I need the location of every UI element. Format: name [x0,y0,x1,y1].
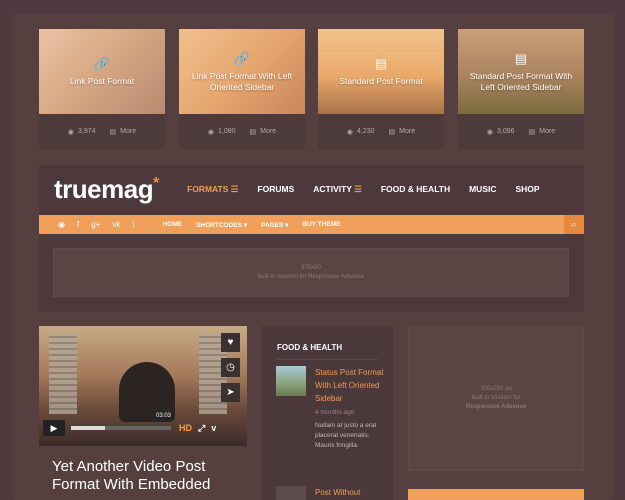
card-meta: ◉ 1,080 ▤ More [179,114,305,149]
card-title[interactable]: Link Post Format With Left Oriented Side… [185,71,299,93]
vimeo-icon[interactable]: v [211,423,216,434]
card-thumbnail[interactable]: ▤ Standard Post Format With Left Oriente… [458,29,584,114]
more-link[interactable]: ▤ More [389,128,416,136]
post-excerpt: Nullam at justo a erat placerat venenati… [315,422,377,449]
nav-forums[interactable]: FORUMS [257,184,294,195]
card-thumbnail[interactable]: 🔗 Link Post Format With Left Oriented Si… [179,29,305,114]
nav-shop[interactable]: SHOP [515,184,539,195]
main-nav: FORMATS ☰ FORUMS ACTIVITY ☰ FOOD & HEALT… [187,184,540,195]
views-count: ◉ 4,230 [346,128,375,136]
widget-post-link[interactable]: Post Without [315,486,387,499]
ad-box[interactable]: 300x250 ad built-in solution for Respons… [408,326,584,471]
site-logo[interactable]: truemag* [54,174,159,205]
subnav-pages[interactable]: PAGES ▾ [261,221,288,229]
clock-icon[interactable]: ◷ [221,358,240,377]
facebook-icon[interactable]: f [77,220,79,229]
document-icon: ▤ [514,50,528,66]
widget-post-link[interactable]: Status Post Format With Left Oriented Si… [315,366,387,405]
nav-food-health[interactable]: FOOD & HEALTH [381,184,450,195]
widget-title: FOOD & HEALTH [277,343,343,352]
document-icon: ▤ [388,128,396,136]
heart-icon[interactable]: ♥ [221,333,240,352]
widget-post-body: Post Without [315,486,387,499]
site-header: truemag* FORMATS ☰ FORUMS ACTIVITY ☰ FOO… [39,165,584,215]
card-meta: ◉ 3,974 ▤ More [39,114,165,149]
chevron-down-icon: ▾ [243,221,248,229]
document-icon: ▤ [109,128,117,136]
fullscreen-icon[interactable]: ⤢ [198,423,205,434]
eye-icon: ◉ [346,128,353,136]
link-icon: 🔗 [93,56,111,71]
chevron-down-icon: ▾ [285,221,289,229]
sub-nav: HOME SHORTCODES ▾ PAGES ▾ BUY THEME [163,221,341,229]
progress-bar[interactable]: 03:03 [71,412,175,430]
widget-divider [277,359,378,360]
ad-container: 970x90 built-in solution for Responsive … [39,234,584,312]
featured-card[interactable]: 🔗 Link Post Format With Left Oriented Si… [179,29,305,149]
subnav-home[interactable]: HOME [163,221,183,229]
search-icon[interactable]: ⌕ [564,215,584,234]
eye-icon: ◉ [67,128,74,136]
post-thumbnail[interactable] [276,366,306,396]
ad-banner[interactable]: 970x90 built-in solution for Responsive … [53,248,569,297]
views-count: ◉ 3,096 [486,128,515,136]
video-frame-building [49,334,77,414]
views-count: ◉ 1,080 [207,128,236,136]
card-meta: ◉ 3,096 ▤ More [458,114,584,149]
nav-formats[interactable]: FORMATS ☰ [187,184,238,195]
post-date: 4 months ago [315,409,355,416]
time-label: 03:03 [153,412,175,420]
widget-header-bar [408,489,584,500]
widget-post-body: Status Post Format With Left Oriented Si… [315,366,387,451]
menu-icon: ☰ [230,184,239,194]
document-icon: ▤ [374,56,388,71]
card-meta: ◉ 4,230 ▤ More [318,114,444,149]
food-health-widget: FOOD & HEALTH Status Post Format With Le… [262,326,393,500]
subnav-buy-theme[interactable]: BUY THEME [302,221,340,229]
post-title[interactable]: Yet Another Video Post Format With Embed… [52,458,242,494]
eye-icon: ◉ [207,128,214,136]
featured-card[interactable]: 🔗 Link Post Format ◉ 3,974 ▤ More [39,29,165,149]
more-link[interactable]: ▤ More [250,128,277,136]
eye-icon: ◉ [486,128,493,136]
card-thumbnail[interactable]: 🔗 Link Post Format [39,29,165,114]
more-link[interactable]: ▤ More [529,128,556,136]
twitter-icon[interactable]: t [132,220,134,229]
share-icon[interactable]: ➤ [221,383,240,402]
subnav-shortcodes[interactable]: SHORTCODES ▾ [196,221,247,229]
more-link[interactable]: ▤ More [110,128,137,136]
sub-nav-bar: ◉ f g+ vk t HOME SHORTCODES ▾ PAGES ▾ BU… [39,215,584,234]
card-thumbnail[interactable]: ▤ Standard Post Format [318,29,444,114]
play-button[interactable]: ▶ [43,420,65,436]
social-icons: ◉ f g+ vk t [39,220,135,229]
google-plus-icon[interactable]: g+ [91,220,100,229]
card-title[interactable]: Standard Post Format [339,76,422,87]
featured-card[interactable]: ▤ Standard Post Format ◉ 4,230 ▤ More [318,29,444,149]
card-title[interactable]: Standard Post Format With Left Oriented … [464,71,578,93]
document-icon: ▤ [249,128,257,136]
rss-icon[interactable]: ◉ [58,220,65,229]
progress-fill [71,426,105,430]
featured-card[interactable]: ▤ Standard Post Format With Left Oriente… [458,29,584,149]
views-count: ◉ 3,974 [67,128,96,136]
link-icon: 🔗 [233,50,251,66]
card-title[interactable]: Link Post Format [70,76,134,87]
document-icon: ▤ [528,128,536,136]
video-actions: ♥ ◷ ➤ [221,333,240,402]
play-icon: ▶ [50,422,58,433]
video-right-controls: HD ⤢ v [179,423,216,434]
post-thumbnail[interactable] [276,486,306,500]
nav-activity[interactable]: ACTIVITY ☰ [313,184,362,195]
menu-icon: ☰ [354,184,362,194]
nav-music[interactable]: MUSIC [469,184,496,195]
vk-icon[interactable]: vk [112,220,120,229]
hd-toggle[interactable]: HD [179,423,192,434]
video-controls: ▶ 03:03 HD ⤢ v [43,412,243,440]
